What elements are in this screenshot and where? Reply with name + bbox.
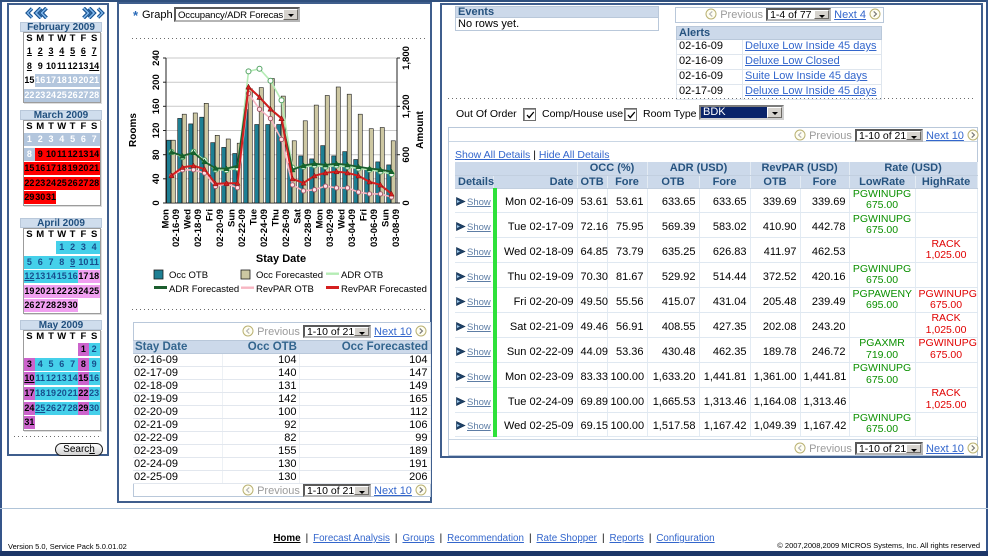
svg-text:Sun03-08-09: Sun03-08-09: [381, 209, 403, 247]
svg-text:Thu02-26-09: Thu02-26-09: [271, 209, 293, 247]
svg-text:200: 200: [151, 74, 162, 90]
svg-text:Fri02-20-09: Fri02-20-09: [205, 209, 227, 247]
svg-text:Wed03-04-09: Wed03-04-09: [337, 209, 359, 247]
svg-text:Wed02-18-09: Wed02-18-09: [183, 209, 205, 247]
svg-text:0: 0: [401, 200, 412, 205]
svg-text:Mon02-16-09: Mon02-16-09: [161, 209, 183, 247]
svg-text:0: 0: [151, 200, 162, 205]
svg-text:Sun02-22-09: Sun02-22-09: [227, 209, 249, 247]
svg-text:Mon03-02-09: Mon03-02-09: [315, 209, 337, 247]
svg-text:Occ OTB: Occ OTB: [169, 270, 208, 281]
svg-text:40: 40: [151, 174, 162, 185]
svg-text:ADR Forecasted: ADR Forecasted: [169, 284, 239, 295]
svg-text:Rooms: Rooms: [128, 113, 139, 147]
svg-text:Amount: Amount: [415, 110, 426, 148]
svg-text:600: 600: [401, 147, 412, 163]
svg-text:Sat02-28-09: Sat02-28-09: [293, 208, 315, 247]
svg-text:240: 240: [151, 50, 162, 66]
svg-text:Fri03-06-09: Fri03-06-09: [359, 209, 381, 247]
svg-text:Tue02-24-09: Tue02-24-09: [249, 209, 271, 247]
svg-text:80: 80: [151, 149, 162, 160]
svg-text:RevPAR OTB: RevPAR OTB: [256, 284, 314, 295]
svg-text:Stay Date: Stay Date: [256, 253, 306, 265]
svg-text:1,200: 1,200: [401, 94, 412, 118]
svg-text:Occ Forecasted: Occ Forecasted: [256, 270, 323, 281]
svg-text:120: 120: [151, 123, 162, 139]
svg-text:160: 160: [151, 98, 162, 114]
svg-text:RevPAR Forecasted: RevPAR Forecasted: [341, 284, 427, 295]
svg-text:ADR OTB: ADR OTB: [341, 270, 383, 281]
svg-text:1,800: 1,800: [401, 46, 412, 70]
